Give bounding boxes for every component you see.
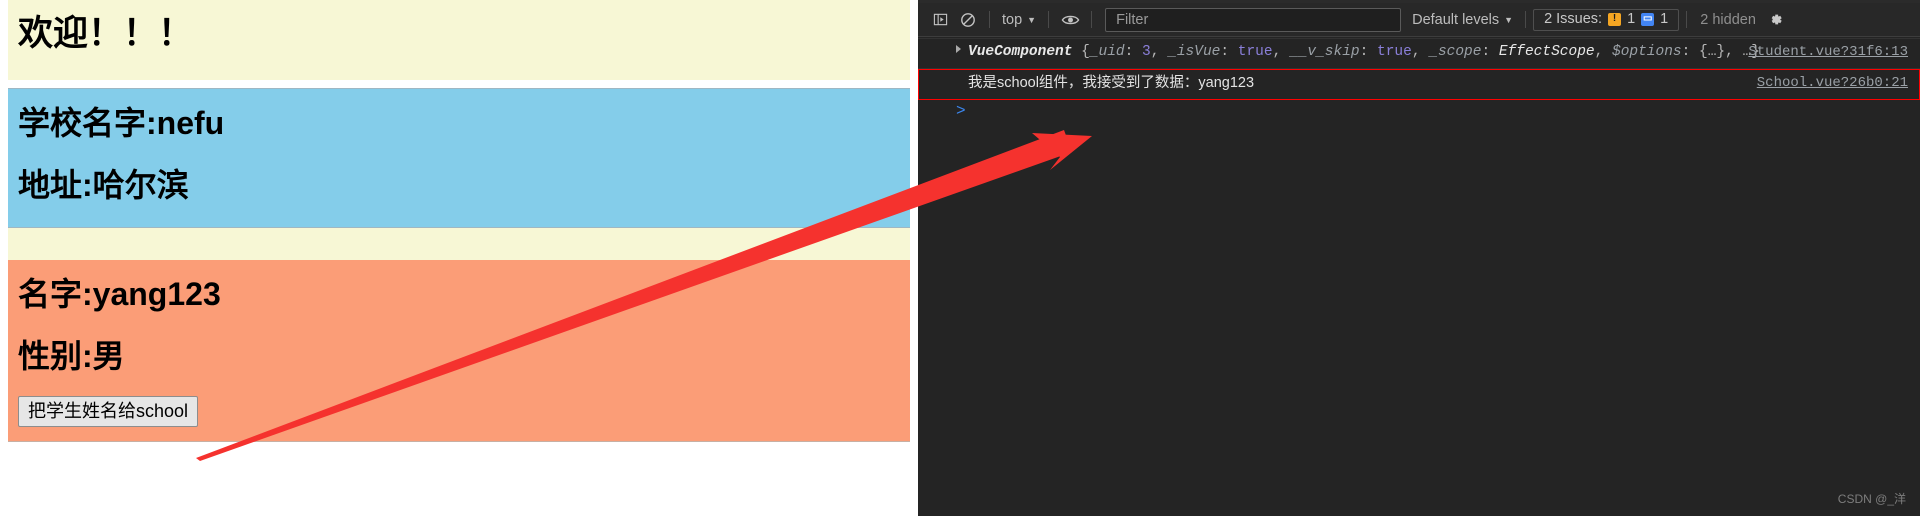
expand-triangle-icon[interactable]	[956, 45, 961, 53]
toolbar-divider	[1048, 11, 1050, 28]
hidden-messages-label: 2 hidden	[1700, 11, 1756, 28]
live-expression-eye-icon[interactable]	[1056, 7, 1084, 33]
gear-icon[interactable]	[1762, 7, 1790, 33]
issues-info-count: 1	[1660, 11, 1669, 27]
panel-spacer	[8, 227, 910, 260]
issues-label: 2 Issues:	[1544, 11, 1603, 27]
console-row-log[interactable]: 我是school组件，我接受到了数据：yang123 School.vue?26…	[918, 69, 1920, 100]
student-component-panel: 名字:yang123 性别:男 把学生姓名给school	[8, 259, 910, 443]
info-message-icon: ▭	[1641, 12, 1655, 26]
console-toolbar: top ▼ Default levels ▼ 2 Issues: ! 1 ▭ 1	[918, 3, 1920, 37]
execution-context-selector[interactable]: top ▼	[997, 9, 1041, 31]
send-student-name-button[interactable]: 把学生姓名给school	[18, 395, 199, 428]
object-constructor-name: VueComponent	[968, 44, 1073, 60]
vue-app-root: 欢迎！！！ 学校名字:nefu 地址:哈尔滨 名字:yang123 性别:男 把…	[8, 0, 910, 443]
chevron-down-icon: ▼	[1504, 15, 1514, 25]
log-levels-label: Default levels	[1412, 11, 1500, 28]
toolbar-divider	[1091, 11, 1093, 28]
csdn-watermark: CSDN @_洋	[1837, 492, 1906, 506]
toolbar-divider	[1525, 11, 1527, 28]
issues-warning-count: 1	[1627, 11, 1636, 27]
student-name-text: 名字:yang123	[18, 275, 221, 312]
issues-counter-button[interactable]: 2 Issues: ! 1 ▭ 1	[1533, 8, 1680, 31]
warning-icon: !	[1608, 12, 1622, 26]
student-gender-text: 性别:男	[18, 337, 125, 374]
prompt-caret-icon: >	[956, 102, 966, 120]
clear-console-icon[interactable]	[954, 7, 982, 33]
search-input[interactable]	[1114, 10, 1393, 29]
devtools-console-panel: top ▼ Default levels ▼ 2 Issues: ! 1 ▭ 1	[918, 0, 1920, 516]
toolbar-divider	[1686, 11, 1688, 28]
execution-context-label: top	[1002, 11, 1023, 28]
console-message-list: VueComponent {_uid: 3, _isVue: true, __v…	[918, 38, 1920, 516]
show-console-sidebar-icon[interactable]	[926, 7, 954, 33]
log-levels-selector[interactable]: Default levels ▼	[1407, 9, 1518, 31]
source-link[interactable]: School.vue?26b0:21	[1757, 74, 1908, 92]
welcome-heading: 欢迎！！！	[18, 14, 194, 53]
toolbar-divider	[989, 11, 990, 28]
source-link[interactable]: Student.vue?31f6:13	[1748, 43, 1908, 61]
school-component-panel: 学校名字:nefu 地址:哈尔滨	[8, 87, 910, 228]
welcome-panel: 欢迎！！！	[8, 0, 910, 80]
console-filter-box[interactable]	[1105, 7, 1402, 32]
chevron-down-icon: ▼	[1027, 15, 1037, 25]
console-prompt-row[interactable]: >	[918, 100, 1920, 128]
school-name-text: 学校名字:nefu	[18, 104, 225, 141]
school-address-text: 地址:哈尔滨	[18, 166, 189, 203]
console-row-object[interactable]: VueComponent {_uid: 3, _isVue: true, __v…	[918, 38, 1920, 69]
browser-page-pane: 欢迎！！！ 学校名字:nefu 地址:哈尔滨 名字:yang123 性别:男 把…	[0, 0, 918, 516]
